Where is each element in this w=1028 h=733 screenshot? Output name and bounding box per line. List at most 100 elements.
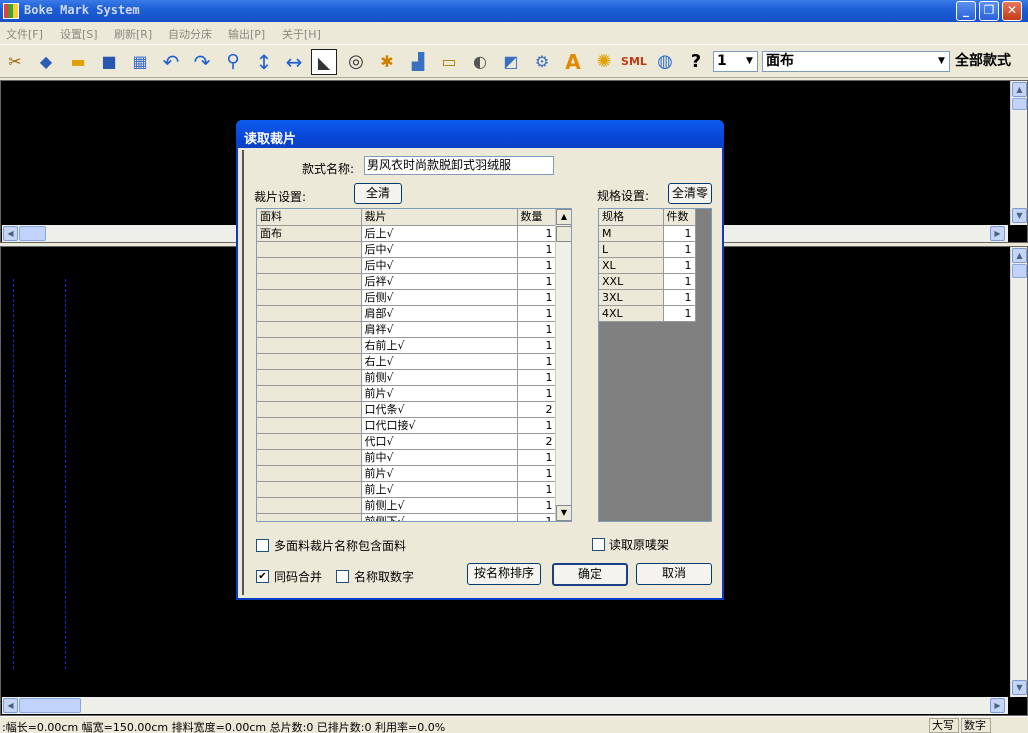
globe-icon[interactable]: ◍ <box>652 49 678 75</box>
cell-quantity[interactable]: 1 <box>517 289 557 306</box>
read-original-checkbox[interactable] <box>592 538 605 551</box>
cell-quantity[interactable]: 1 <box>517 417 557 434</box>
layers-icon[interactable]: ◆ <box>33 49 59 75</box>
cell-fabric[interactable] <box>257 353 362 370</box>
cell-fabric[interactable] <box>257 369 362 386</box>
cell-piece[interactable]: 前侧下√ <box>361 513 518 521</box>
table-row[interactable]: 代口√ 2 <box>257 433 557 450</box>
disc-icon[interactable]: ◐ <box>467 49 493 75</box>
close-button[interactable]: ✕ <box>1002 1 1022 21</box>
cell-count[interactable]: 1 <box>663 241 696 258</box>
multi-fabric-checkbox[interactable] <box>256 539 269 552</box>
cell-quantity[interactable]: 1 <box>517 225 557 242</box>
cell-fabric[interactable] <box>257 289 362 306</box>
table-row[interactable]: 4XL 1 <box>599 305 696 322</box>
menu-file[interactable]: 文件[F] <box>6 26 43 42</box>
edit-icon[interactable]: ◩ <box>498 49 524 75</box>
scroll-right-icon[interactable]: ▶ <box>990 226 1005 241</box>
horizontal-arrow-icon[interactable]: ↔ <box>281 49 307 75</box>
cell-count[interactable]: 1 <box>663 289 696 306</box>
cell-piece[interactable]: 前侧上√ <box>361 497 518 514</box>
cell-piece[interactable]: 口代口接√ <box>361 417 518 434</box>
pieces-vscroll[interactable]: ▲ ▼ <box>555 209 571 521</box>
scroll-left-icon[interactable]: ◀ <box>3 226 18 241</box>
cell-size[interactable]: 4XL <box>599 305 664 322</box>
cell-quantity[interactable]: 1 <box>517 513 557 521</box>
pieces-table[interactable]: 面料 裁片 数量 面布 后上√ 1 后中√ 1 后中√ 1 后袢√ 1 后侧√ 1 肩部√ 1 肩袢√ 1 右… <box>256 208 572 522</box>
clear-all-button[interactable]: 全清 <box>354 183 402 204</box>
cell-piece[interactable]: 后中√ <box>361 241 518 258</box>
import-icon[interactable]: ▟ <box>405 49 431 75</box>
cell-size[interactable]: M <box>599 225 664 242</box>
cell-fabric[interactable] <box>257 321 362 338</box>
scroll-thumb[interactable] <box>556 226 571 242</box>
help-icon[interactable]: ? <box>683 49 709 75</box>
table-row[interactable]: XXL 1 <box>599 273 696 290</box>
menu-auto-bed[interactable]: 自动分床 <box>168 26 212 42</box>
cell-fabric[interactable]: 面布 <box>257 225 362 242</box>
cell-size[interactable]: 3XL <box>599 289 664 306</box>
cell-piece[interactable]: 前侧√ <box>361 369 518 386</box>
clear-zero-button[interactable]: 全清零 <box>668 183 712 204</box>
cell-fabric[interactable] <box>257 465 362 482</box>
table-row[interactable]: 右上√ 1 <box>257 353 557 370</box>
cell-quantity[interactable]: 1 <box>517 241 557 258</box>
cell-quantity[interactable]: 1 <box>517 305 557 322</box>
restore-button[interactable]: ❐ <box>979 1 999 21</box>
table-row[interactable]: 后袢√ 1 <box>257 273 557 290</box>
cell-piece[interactable]: 口代条√ <box>361 401 518 418</box>
cell-fabric[interactable] <box>257 385 362 402</box>
table-row[interactable]: 面布 后上√ 1 <box>257 225 557 242</box>
scroll-thumb[interactable] <box>19 226 46 241</box>
table-row[interactable]: 前侧下√ 1 <box>257 513 557 521</box>
cell-quantity[interactable]: 1 <box>517 337 557 354</box>
tools-icon[interactable]: ⚙ <box>529 49 555 75</box>
folder-icon[interactable]: ▬ <box>65 49 91 75</box>
cell-quantity[interactable]: 1 <box>517 497 557 514</box>
cell-fabric[interactable] <box>257 273 362 290</box>
table-row[interactable]: 前上√ 1 <box>257 481 557 498</box>
name-digits-checkbox[interactable] <box>336 570 349 583</box>
cell-fabric[interactable] <box>257 337 362 354</box>
cell-fabric[interactable] <box>257 241 362 258</box>
scroll-up-icon[interactable]: ▲ <box>556 209 571 225</box>
cell-quantity[interactable]: 2 <box>517 433 557 450</box>
table-row[interactable]: XL 1 <box>599 257 696 274</box>
cell-quantity[interactable]: 1 <box>517 465 557 482</box>
cell-piece[interactable]: 肩部√ <box>361 305 518 322</box>
table-row[interactable]: 后侧√ 1 <box>257 289 557 306</box>
all-styles-label[interactable]: 全部款式 <box>955 50 1011 70</box>
table-row[interactable]: 前片√ 1 <box>257 465 557 482</box>
save-icon[interactable]: ■ <box>96 49 122 75</box>
scroll-right-icon[interactable]: ▶ <box>990 698 1005 713</box>
cell-piece[interactable]: 后袢√ <box>361 273 518 290</box>
cell-quantity[interactable]: 1 <box>517 321 557 338</box>
table-row[interactable]: 口代条√ 2 <box>257 401 557 418</box>
cell-fabric[interactable] <box>257 305 362 322</box>
text-icon[interactable]: A <box>560 49 586 75</box>
scroll-down-icon[interactable]: ▼ <box>1012 680 1027 695</box>
menu-settings[interactable]: 设置[S] <box>60 26 98 42</box>
ruler-icon[interactable]: ▭ <box>436 49 462 75</box>
sml-icon[interactable]: SML <box>621 49 647 75</box>
table-row[interactable]: 前中√ 1 <box>257 449 557 466</box>
table-row[interactable]: 后中√ 1 <box>257 241 557 258</box>
cell-size[interactable]: L <box>599 241 664 258</box>
ok-button[interactable]: 确定 <box>552 563 628 586</box>
cell-size[interactable]: XXL <box>599 273 664 290</box>
cell-quantity[interactable]: 1 <box>517 353 557 370</box>
cell-quantity[interactable]: 1 <box>517 257 557 274</box>
cell-piece[interactable]: 前上√ <box>361 481 518 498</box>
cell-piece[interactable]: 后上√ <box>361 225 518 242</box>
table-row[interactable]: L1 <box>599 241 696 258</box>
select-tool-icon[interactable]: ◣ <box>311 49 337 75</box>
cell-fabric[interactable] <box>257 449 362 466</box>
scissors-icon[interactable]: ✂ <box>2 49 28 75</box>
table-row[interactable]: 肩袢√ 1 <box>257 321 557 338</box>
cell-piece[interactable]: 前片√ <box>361 385 518 402</box>
cell-quantity[interactable]: 1 <box>517 385 557 402</box>
cell-count[interactable]: 1 <box>663 273 696 290</box>
table-row[interactable]: 口代口接√ 1 <box>257 417 557 434</box>
table-row[interactable]: 后中√ 1 <box>257 257 557 274</box>
cell-fabric[interactable] <box>257 417 362 434</box>
